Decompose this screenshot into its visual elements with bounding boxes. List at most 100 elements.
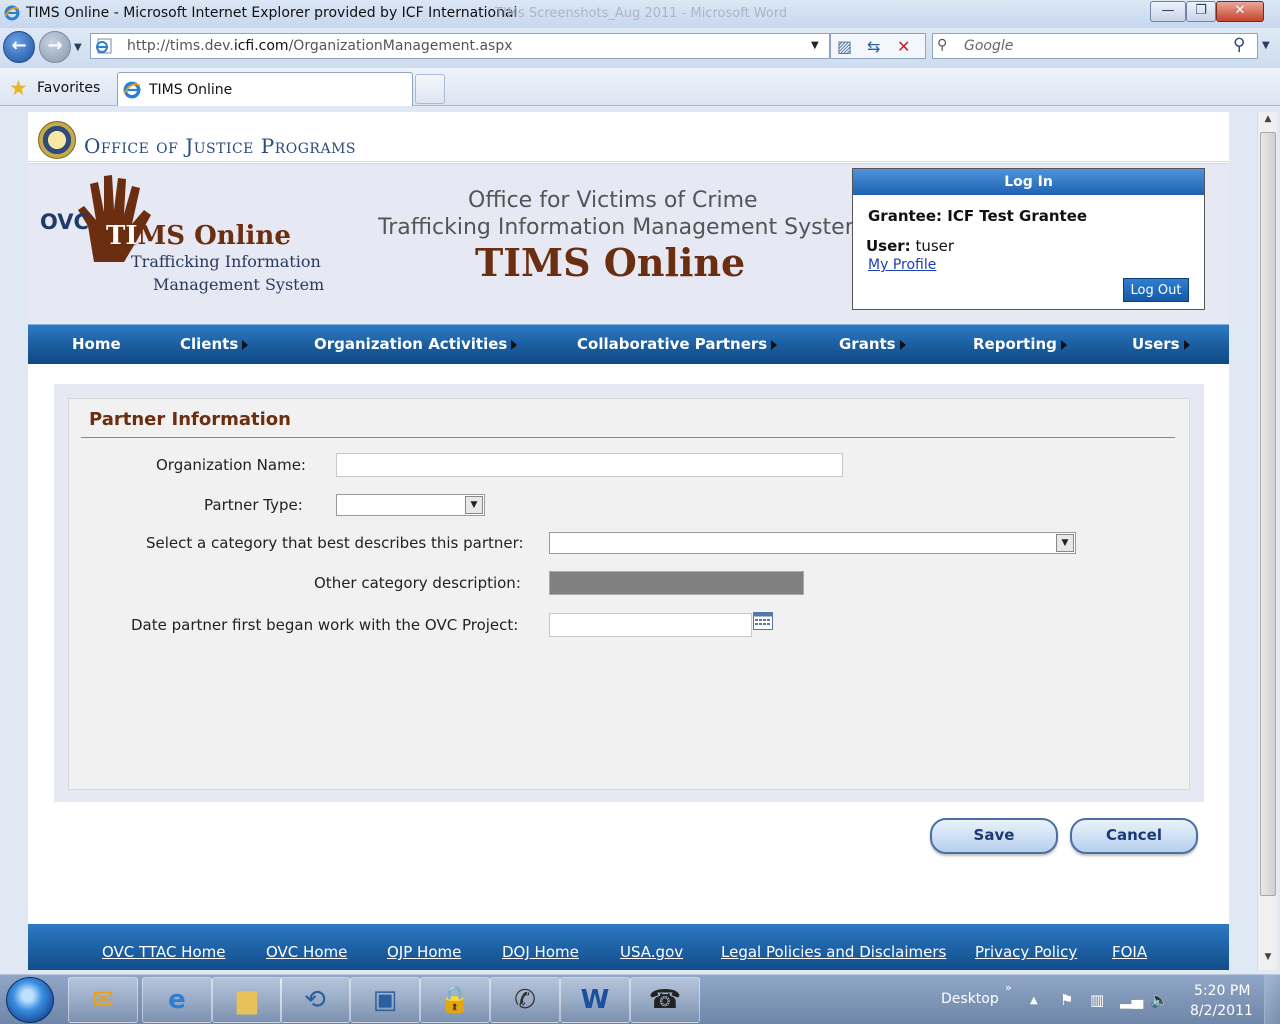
footer-link-ovc-home[interactable]: OVC Home — [266, 943, 347, 961]
footer-link-usa-gov[interactable]: USA.gov — [620, 943, 683, 961]
login-box: Log In Grantee: ICF Test Grantee User: t… — [852, 168, 1205, 310]
remote-app-icon[interactable]: ⟲ — [280, 977, 350, 1023]
scroll-up-icon[interactable]: ▲ — [1260, 114, 1276, 130]
address-bar[interactable]: http://tims.dev.icfi.com/OrganizationMan… — [90, 33, 830, 59]
favorites-star-icon[interactable]: ★ — [9, 76, 28, 100]
virtual-pc-icon[interactable]: ▣ — [350, 977, 420, 1023]
scrollbar-thumb[interactable] — [1260, 132, 1276, 896]
outlook-icon[interactable]: ✉ — [68, 977, 138, 1023]
footer-link-legal-policies[interactable]: Legal Policies and Disclaimers — [721, 943, 946, 961]
menu-item-grants[interactable]: Grants — [839, 335, 906, 353]
menu-item-home[interactable]: Home — [72, 335, 121, 353]
folder-icon[interactable]: ▆ — [212, 977, 282, 1023]
partner-category-select[interactable]: ▼ — [549, 532, 1076, 554]
doj-seal-icon — [38, 121, 76, 159]
maximize-button[interactable]: ❐ — [1186, 1, 1216, 22]
partner-type-label: Partner Type: — [204, 496, 303, 514]
banner-system-name: Trafficking Information Management Syste… — [378, 215, 867, 240]
partner-category-label: Select a category that best describes th… — [146, 534, 524, 552]
footer-link-ojp-home[interactable]: OJP Home — [387, 943, 461, 961]
partner-information-panel: Partner Information Organization Name: P… — [68, 398, 1190, 790]
refresh-icon[interactable]: ⇆ — [867, 37, 880, 56]
partner-type-select[interactable]: ▼ — [336, 494, 485, 516]
submenu-arrow-icon — [511, 340, 518, 350]
footer-link-doj-home[interactable]: DOJ Home — [502, 943, 579, 961]
phone-icon[interactable]: ✆ — [490, 977, 560, 1023]
toolbar-expand-icon[interactable]: » — [1005, 981, 1012, 994]
user-name: User: tuser — [866, 237, 955, 255]
vertical-scrollbar[interactable]: ▲ ▼ — [1257, 112, 1277, 970]
start-button[interactable] — [6, 977, 54, 1023]
footer-link-privacy-policy[interactable]: Privacy Policy — [975, 943, 1077, 961]
chevron-down-icon[interactable]: ▼ — [465, 496, 483, 514]
menu-item-collaborative-partners[interactable]: Collaborative Partners — [577, 335, 778, 353]
forward-button[interactable]: → — [39, 31, 71, 63]
tab-label: TIMS Online — [149, 82, 233, 98]
footer-link-foia[interactable]: FOIA — [1112, 943, 1147, 961]
menu-item-reporting[interactable]: Reporting — [973, 335, 1067, 353]
internet-explorer-icon — [4, 5, 20, 21]
logo-subtitle-line-2: Management System — [153, 275, 325, 294]
section-divider — [81, 437, 1175, 438]
close-window-button[interactable]: ✕ — [1216, 1, 1264, 22]
background-window-title: TIMs Screenshots_Aug 2011 - Microsoft Wo… — [495, 6, 788, 21]
back-button[interactable]: ← — [3, 31, 35, 63]
organization-name-input[interactable] — [336, 453, 843, 477]
banner-agency-name: Office for Victims of Crime — [468, 188, 758, 213]
ojp-title[interactable]: Office of Justice Programs — [84, 134, 356, 158]
recent-pages-dropdown-icon[interactable]: ▼ — [74, 42, 82, 53]
internet-explorer-icon[interactable]: e — [142, 977, 212, 1023]
my-profile-link[interactable]: My Profile — [868, 257, 936, 273]
submenu-arrow-icon — [771, 340, 778, 350]
device-icon[interactable]: ▥ — [1090, 991, 1104, 1009]
search-icon[interactable]: ⚲ — [1233, 35, 1245, 55]
cancel-button[interactable]: Cancel — [1070, 818, 1198, 854]
section-title: Partner Information — [89, 409, 291, 430]
show-hidden-icons-icon[interactable]: ▲ — [1030, 995, 1038, 1006]
network-signal-icon[interactable]: ▂▄ — [1120, 991, 1143, 1009]
page-icon — [96, 38, 112, 54]
chevron-down-icon[interactable]: ▼ — [1056, 534, 1074, 552]
address-dropdown-icon[interactable]: ▼ — [811, 40, 819, 51]
volume-muted-icon[interactable]: 🔈 — [1150, 991, 1169, 1009]
window-title: TIMS Online - Microsoft Internet Explore… — [26, 5, 518, 21]
organization-name-label: Organization Name: — [156, 456, 306, 474]
internet-explorer-icon — [123, 81, 141, 99]
other-category-description-label: Other category description: — [314, 574, 521, 592]
search-options-dropdown-icon[interactable]: ▼ — [1262, 40, 1270, 51]
word-icon[interactable]: W — [560, 977, 630, 1023]
calendar-icon[interactable] — [753, 612, 773, 630]
menu-item-organization-activities[interactable]: Organization Activities — [314, 335, 518, 353]
ovc-logo-text: OVC — [40, 210, 89, 234]
ojp-header: Office of Justice Programs — [28, 112, 1229, 164]
stop-icon[interactable]: ✕ — [897, 37, 910, 56]
desktop-toolbar-label[interactable]: Desktop — [941, 991, 999, 1007]
windows-taskbar: ✉ e ▆ ⟲ ▣ 🔒 ✆ W ☎ Desktop » ▲ ⚑ ▥ ▂▄ 🔈 5… — [0, 974, 1280, 1024]
content-area: Partner Information Organization Name: P… — [54, 384, 1204, 802]
compatibility-view-icon[interactable]: ▨ — [837, 37, 852, 56]
fax-icon[interactable]: ☎ — [630, 977, 700, 1023]
clock-date[interactable]: 8/2/2011 — [1190, 1003, 1253, 1019]
partner-start-date-input[interactable] — [549, 613, 752, 637]
network-lock-icon[interactable]: 🔒 — [420, 977, 490, 1023]
search-box[interactable]: ⚲ Google ⚲ — [932, 33, 1258, 59]
footer-link-ovc-ttac-home[interactable]: OVC TTAC Home — [102, 943, 225, 961]
address-tools: ▨ ⇆ ✕ — [830, 33, 926, 59]
window-titlebar: TIMS Online - Microsoft Internet Explore… — [0, 0, 1280, 28]
minimize-button[interactable]: — — [1150, 1, 1186, 22]
action-center-flag-icon[interactable]: ⚑ — [1060, 991, 1073, 1009]
browser-tab-active[interactable]: TIMS Online — [117, 72, 413, 106]
search-placeholder: Google — [964, 38, 1014, 54]
log-out-button[interactable]: Log Out — [1123, 278, 1189, 302]
show-desktop-button[interactable] — [1264, 975, 1280, 1024]
save-button[interactable]: Save — [930, 818, 1058, 854]
new-tab-button[interactable] — [415, 74, 445, 104]
back-arrow-icon: ← — [11, 35, 27, 56]
login-box-header: Log In — [853, 169, 1204, 195]
menu-item-users[interactable]: Users — [1132, 335, 1190, 353]
clock-time[interactable]: 5:20 PM — [1194, 983, 1250, 999]
favorites-button[interactable]: Favorites — [37, 80, 100, 96]
submenu-arrow-icon — [242, 340, 249, 350]
menu-item-clients[interactable]: Clients — [180, 335, 249, 353]
scroll-down-icon[interactable]: ▼ — [1260, 952, 1276, 968]
